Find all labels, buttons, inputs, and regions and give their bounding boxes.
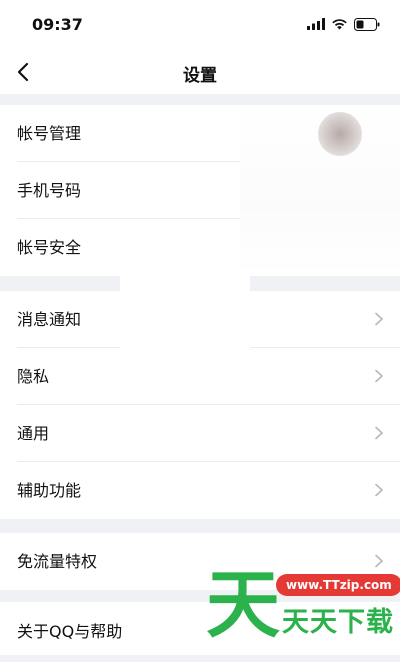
battery-icon bbox=[354, 17, 380, 31]
navigation-bar: 设置 bbox=[0, 50, 400, 94]
settings-row-label: 关于QQ与帮助 bbox=[17, 622, 123, 641]
blurred-region bbox=[120, 276, 250, 401]
settings-row-label: 手机号码 bbox=[17, 181, 82, 200]
watermark-glyph: 天 bbox=[206, 562, 280, 644]
settings-row-label: 消息通知 bbox=[17, 310, 82, 329]
settings-row-label: 免流量特权 bbox=[17, 552, 98, 571]
chevron-right-icon bbox=[375, 483, 383, 497]
chevron-right-icon bbox=[375, 369, 383, 383]
chevron-right-icon bbox=[375, 426, 383, 440]
watermark-logo: 天 bbox=[206, 562, 280, 644]
cellular-signal-icon bbox=[307, 18, 325, 30]
watermark-url: www.TTzip.com bbox=[276, 574, 400, 596]
avatar bbox=[318, 112, 362, 156]
watermark-text: 天天下载 bbox=[282, 607, 394, 638]
settings-row-label: 隐私 bbox=[17, 367, 50, 386]
settings-row-label: 帐号管理 bbox=[17, 124, 82, 143]
chevron-right-icon bbox=[375, 312, 383, 326]
settings-row-general[interactable]: 通用 bbox=[0, 405, 400, 462]
status-bar: 09:37 bbox=[0, 0, 400, 50]
settings-row-label: 辅助功能 bbox=[17, 481, 82, 500]
page-title: 设置 bbox=[183, 66, 217, 86]
settings-row-label: 通用 bbox=[17, 424, 50, 443]
status-time: 09:37 bbox=[32, 15, 83, 34]
status-icons bbox=[307, 16, 380, 32]
wifi-icon bbox=[332, 19, 347, 30]
settings-row-accessibility[interactable]: 辅助功能 bbox=[0, 462, 400, 519]
settings-row-label: 帐号安全 bbox=[17, 238, 82, 257]
